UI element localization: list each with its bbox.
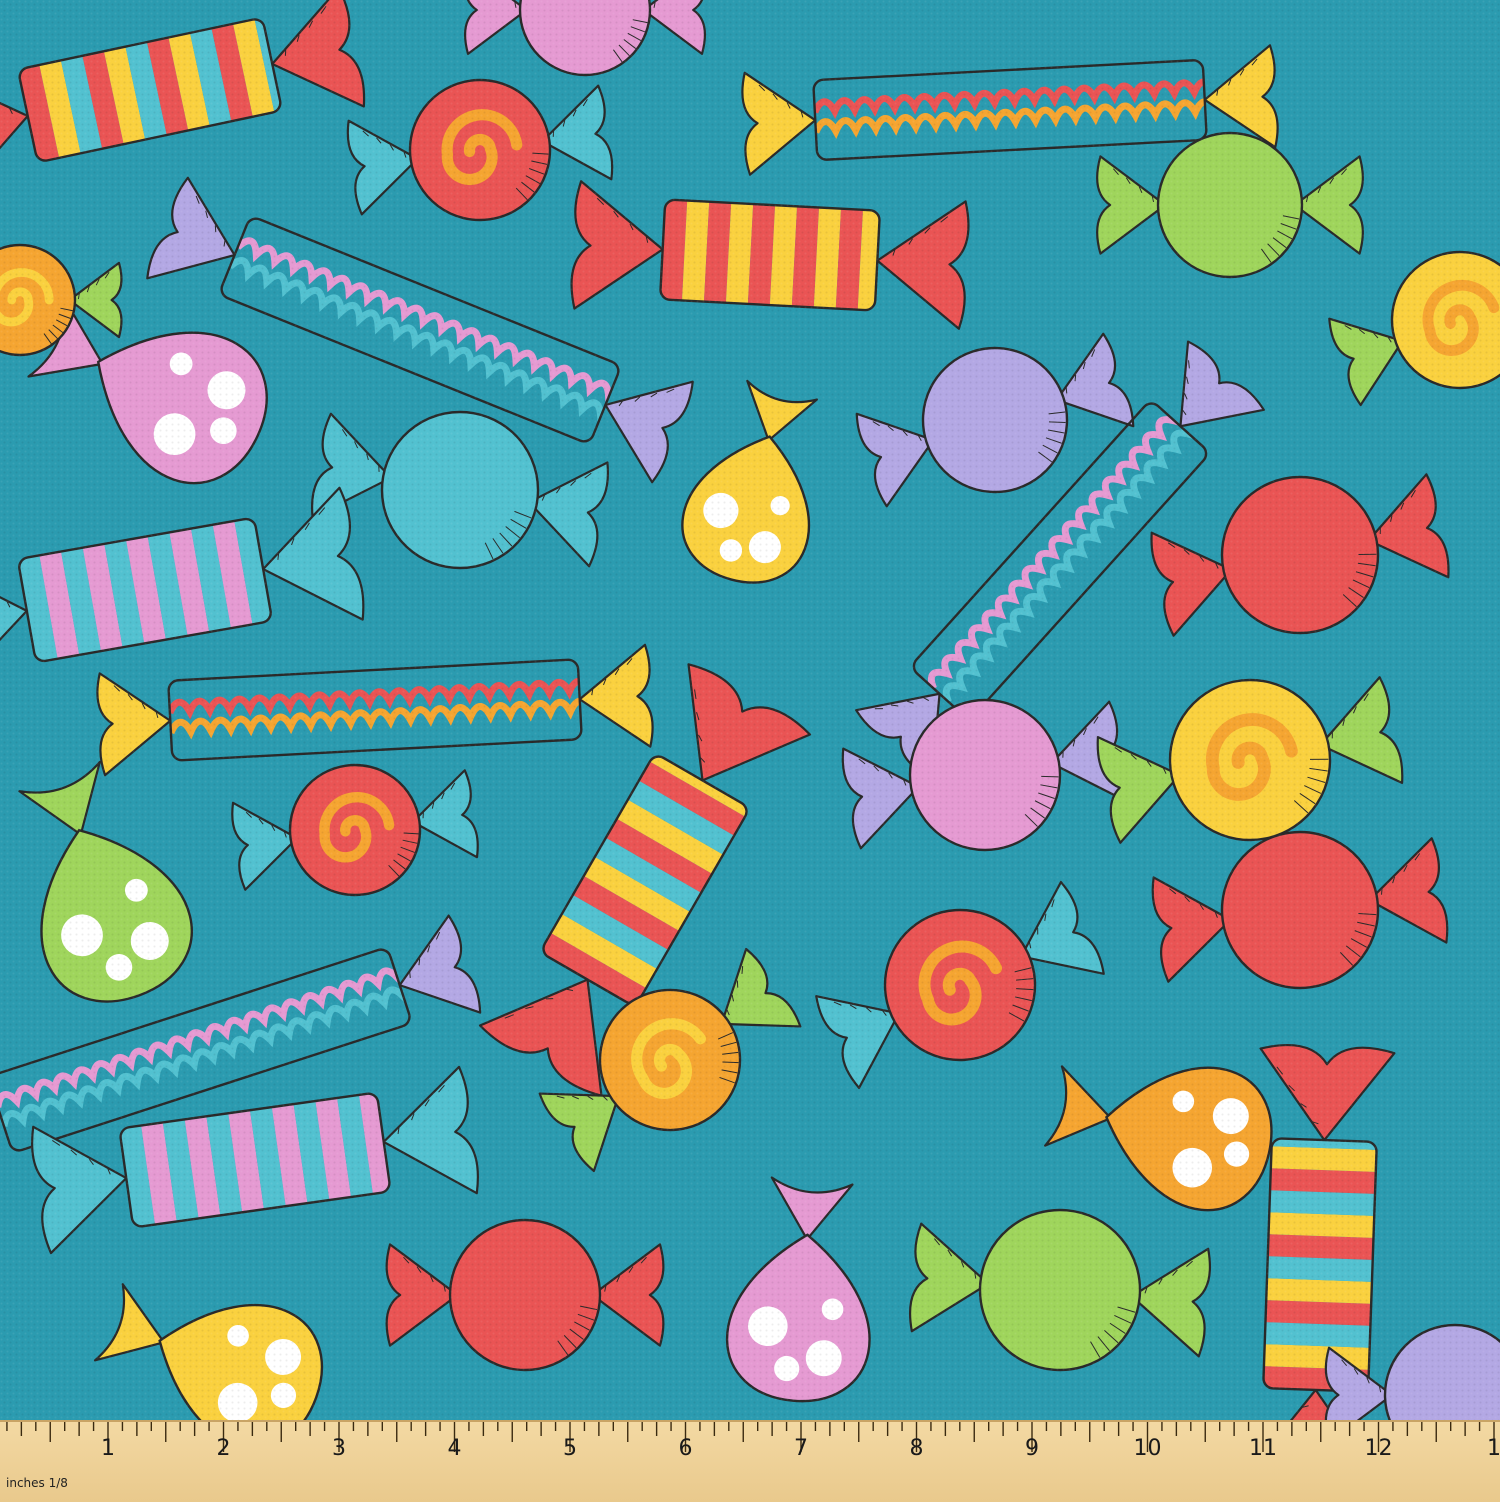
ruler-number: 3 xyxy=(332,1436,346,1461)
ruler-number: 7 xyxy=(794,1436,808,1461)
ruler-number: 4 xyxy=(447,1436,462,1461)
ruler-number: 10 xyxy=(1133,1436,1162,1461)
measuring-ruler: inches 1/8 1 2 3 4 5 6 7 8 9 10 11 12 1 xyxy=(0,1420,1500,1502)
ruler-number: 9 xyxy=(1025,1436,1039,1461)
fabric-weave-texture xyxy=(0,0,1500,1500)
ruler-unit-label: inches 1/8 xyxy=(6,1476,68,1490)
ruler-number: 2 xyxy=(216,1436,231,1461)
ruler-number: 1 xyxy=(1487,1436,1500,1461)
ruler-number: 8 xyxy=(909,1436,924,1461)
ruler-number: 5 xyxy=(563,1436,577,1461)
ruler-number: 6 xyxy=(678,1436,693,1461)
ruler-number: 11 xyxy=(1249,1436,1277,1461)
candy-pattern xyxy=(0,0,1500,1500)
ruler-number: 1 xyxy=(101,1436,115,1461)
ruler-number: 12 xyxy=(1364,1436,1393,1461)
